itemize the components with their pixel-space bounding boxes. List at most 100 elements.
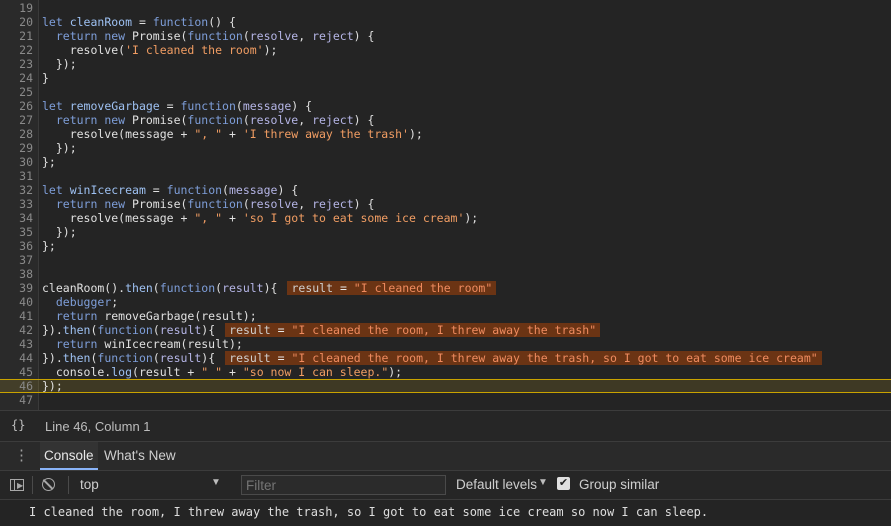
code-line[interactable]: 47 [0,393,891,407]
drawer-tabbar: ⋮ Console What's New [0,441,891,471]
drawer-menu-icon[interactable]: ⋮ [14,446,29,464]
line-number[interactable]: 40 [0,295,33,309]
code-line[interactable]: 21 return new Promise(function(resolve, … [0,29,891,43]
log-levels-dropdown[interactable]: Default levels [456,477,537,492]
group-similar-label[interactable]: Group similar [579,477,659,492]
line-number[interactable]: 36 [0,239,33,253]
line-number[interactable]: 22 [0,43,33,57]
show-console-sidebar-icon[interactable]: ▶ [10,479,24,491]
code-text: }).then(function(result){result = "I cle… [42,323,601,337]
code-line[interactable]: 30}; [0,155,891,169]
code-line[interactable]: 25 [0,85,891,99]
code-token: ( [152,351,160,365]
line-number[interactable]: 23 [0,57,33,71]
line-number[interactable]: 25 [0,85,33,99]
code-line[interactable]: 26 let removeGarbage = function(message) … [0,99,891,113]
code-token: () { [208,15,236,29]
filter-input[interactable] [241,475,446,495]
code-token: = [132,15,153,29]
code-token: ) { [277,183,299,197]
code-line[interactable]: 24} [0,71,891,85]
code-line[interactable]: 28 resolve(message + ", " + 'I threw awa… [0,127,891,141]
line-number[interactable]: 35 [0,225,33,239]
code-line[interactable]: 20 let cleanRoom = function() { [0,15,891,29]
line-number[interactable]: 30 [0,155,33,169]
line-number[interactable]: 26 [0,99,33,113]
code-line[interactable]: 32 let winIcecream = function(message) { [0,183,891,197]
code-token: reject [312,197,354,211]
code-token: let [42,99,70,113]
code-line[interactable]: 27 return new Promise(function(resolve, … [0,113,891,127]
clear-console-icon[interactable] [42,478,55,491]
code-line[interactable]: 39 cleanRoom().then(function(result){resu… [0,281,891,295]
chevron-down-icon[interactable]: ▼ [211,477,221,488]
code-token: removeGarbage(result); [104,309,257,323]
pretty-print-icon[interactable]: {} [11,418,25,432]
line-number[interactable]: 47 [0,393,33,407]
code-token: Promise( [132,197,188,211]
toolbar-divider [68,476,69,494]
code-line[interactable]: 44}).then(function(result){result = "I c… [0,351,891,365]
line-number[interactable]: 19 [0,1,33,15]
group-similar-checkbox[interactable]: ✔ [557,477,570,490]
tab-whats-new[interactable]: What's New [104,442,176,470]
line-number[interactable]: 37 [0,253,33,267]
code-text: return new Promise(function(resolve, rej… [42,29,375,43]
code-line[interactable]: 19 [0,1,891,15]
code-token: function [97,351,153,365]
chevron-down-icon[interactable]: ▼ [538,477,548,488]
code-line[interactable]: 45 console.log(result + " " + "so now I … [0,365,891,379]
code-line[interactable]: 41 return removeGarbage(result); [0,309,891,323]
line-number[interactable]: 24 [0,71,33,85]
code-line[interactable]: 36}; [0,239,891,253]
line-number[interactable]: 20 [0,15,33,29]
code-line[interactable]: 22 resolve('I cleaned the room'); [0,43,891,57]
code-token: ( [242,197,250,211]
line-number[interactable]: 32 [0,183,33,197]
code-line[interactable]: 29 }); [0,141,891,155]
code-line[interactable]: 33 return new Promise(function(resolve, … [0,197,891,211]
line-number[interactable]: 38 [0,267,33,281]
line-number[interactable]: 43 [0,337,33,351]
code-line[interactable]: 37 [0,253,891,267]
code-token: = [159,99,181,113]
code-token: result [159,351,202,365]
line-number[interactable]: 29 [0,141,33,155]
code-line[interactable]: 46}); [0,379,891,393]
code-line[interactable]: 23 }); [0,57,891,71]
code-token: resolve( [42,43,126,57]
code-token: winIcecream(result); [104,337,243,351]
context-selector[interactable]: top [80,477,99,492]
code-text: let winIcecream = function(message) { [42,183,298,197]
line-number[interactable]: 27 [0,113,33,127]
line-number[interactable]: 42 [0,323,33,337]
code-token: 'I threw away the trash' [242,127,409,141]
code-line[interactable]: 42 }).then(function(result){result = "I c… [0,323,891,337]
line-number[interactable]: 28 [0,127,33,141]
code-text: resolve(message + ", " + 'I threw away t… [42,127,423,141]
line-number[interactable]: 41 [0,309,33,323]
code-text: return new Promise(function(resolve, rej… [42,113,375,127]
code-line[interactable]: 40 debugger; [0,295,891,309]
code-line[interactable]: 35 }); [0,225,891,239]
line-number[interactable]: 34 [0,211,33,225]
code-line[interactable]: 31 [0,169,891,183]
code-token: ) { [353,113,375,127]
code-line[interactable]: 34 resolve(message + ", " + 'so I got to… [0,211,891,225]
line-number[interactable]: 21 [0,29,33,43]
tab-console[interactable]: Console [40,442,98,470]
code-line[interactable]: 38 [0,267,891,281]
line-number[interactable]: 44 [0,351,33,365]
code-editor[interactable]: 19 20 let cleanRoom = function() {21 retur… [0,0,891,410]
code-token: resolve [249,197,299,211]
line-number[interactable]: 39 [0,281,33,295]
code-token: then [62,323,91,337]
line-number[interactable]: 33 [0,197,33,211]
code-text: debugger; [42,295,118,309]
line-number[interactable]: 31 [0,169,33,183]
code-line[interactable]: 43 return winIcecream(result); [0,337,891,351]
line-number[interactable]: 46 [0,379,33,393]
code-token: function [187,29,243,43]
line-number[interactable]: 45 [0,365,33,379]
